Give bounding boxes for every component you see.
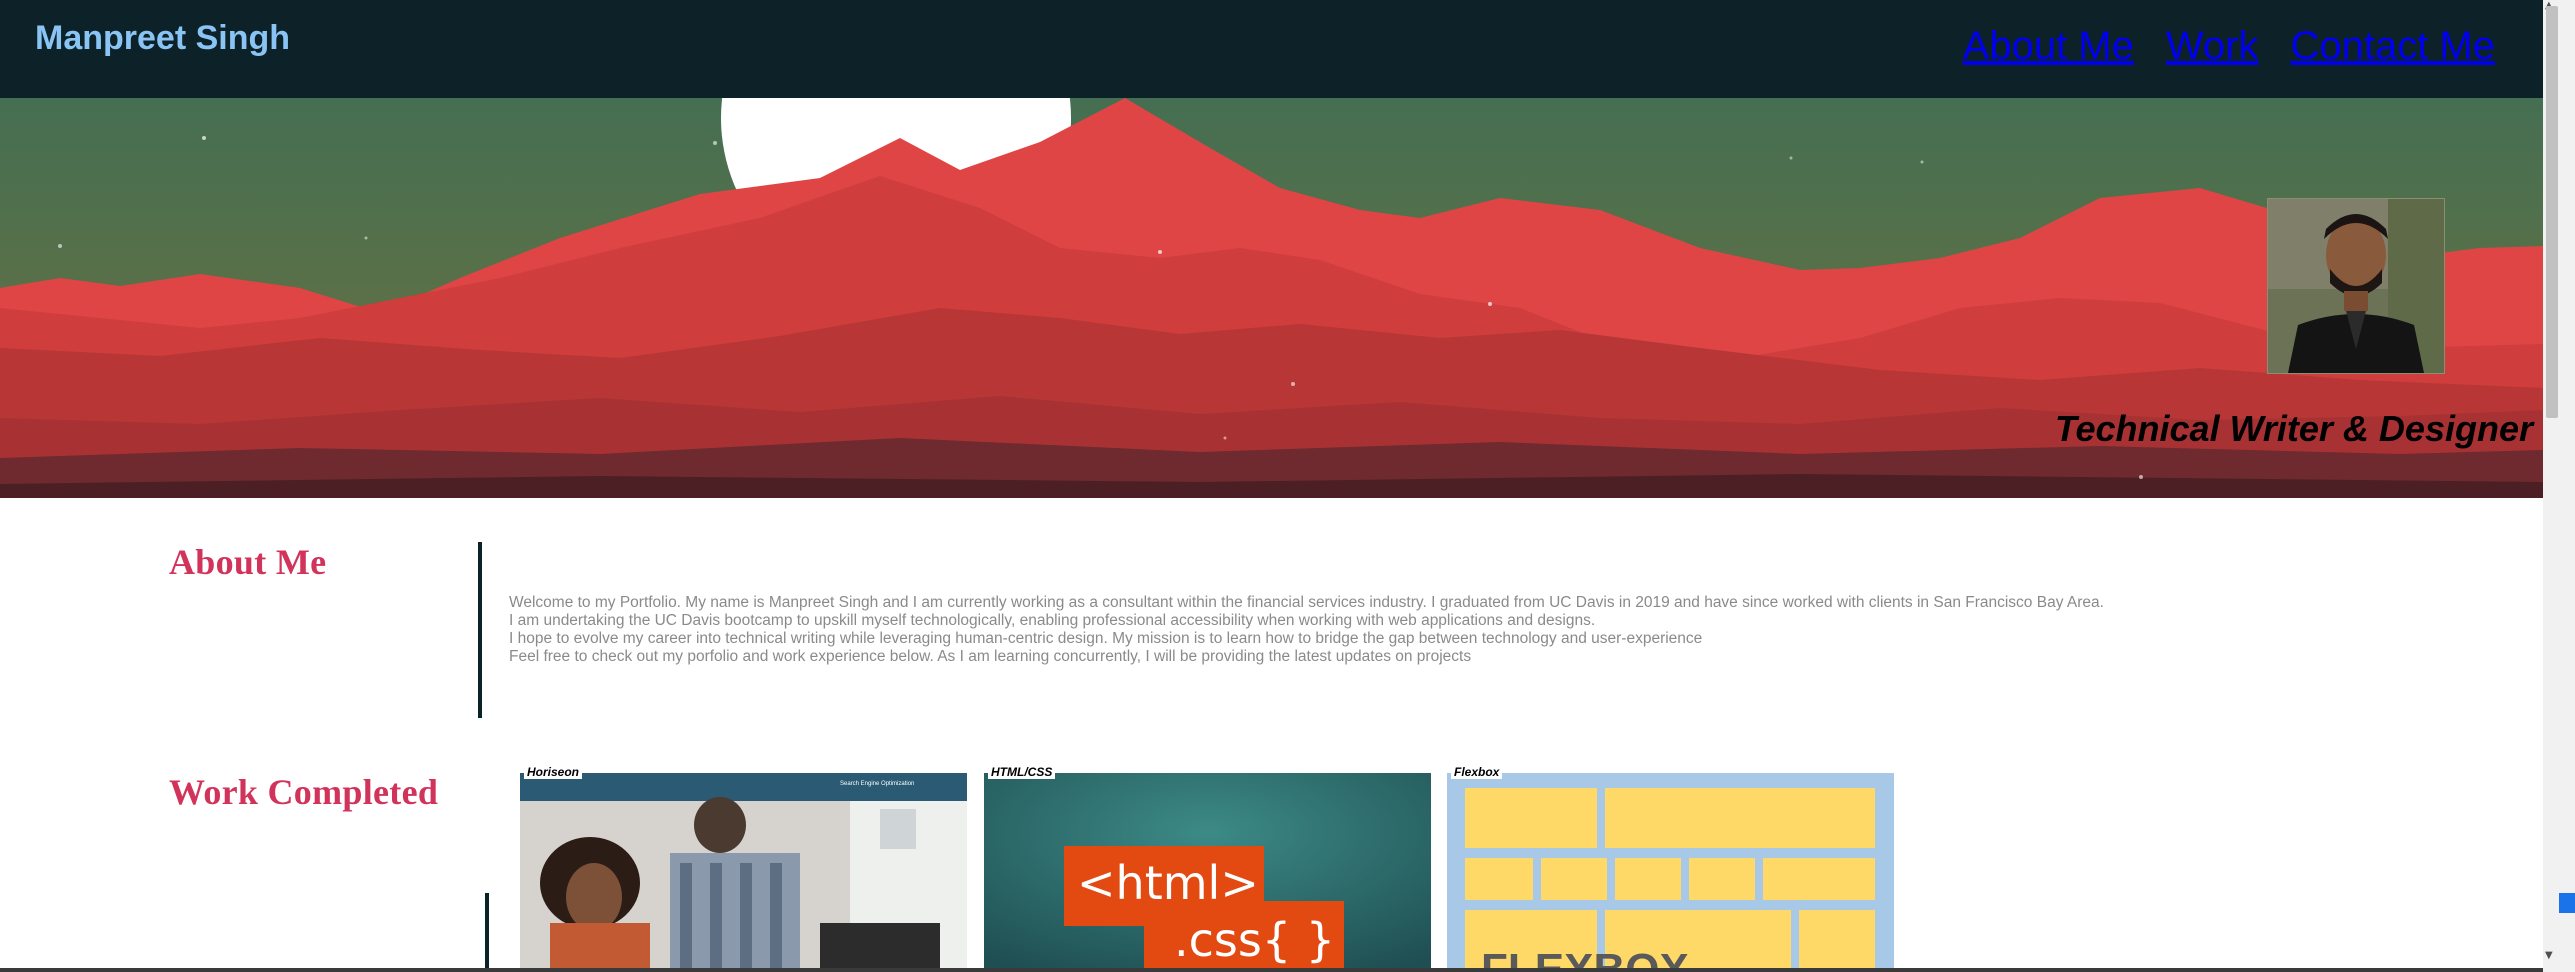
card-label-wrap: Horiseon bbox=[524, 763, 583, 781]
hero-banner: Technical Writer & Designer bbox=[0, 98, 2543, 498]
about-divider bbox=[478, 542, 482, 718]
about-me-text: Welcome to my Portfolio. My name is Manp… bbox=[509, 594, 2469, 666]
project-card-flexbox[interactable]: FLEXBOX bbox=[1447, 773, 1894, 972]
project-label-flexbox[interactable]: Flexbox bbox=[1451, 765, 1503, 779]
bottom-edge bbox=[0, 968, 2543, 972]
card-label-wrap: HTML/CSS bbox=[988, 763, 1056, 781]
work-divider bbox=[485, 893, 489, 972]
project-label-html-css[interactable]: HTML/CSS bbox=[988, 765, 1056, 779]
project-label-horiseon[interactable]: Horiseon bbox=[524, 765, 583, 779]
about-paragraph: Welcome to my Portfolio. My name is Manp… bbox=[509, 594, 2104, 611]
site-brand[interactable]: Manpreet Singh bbox=[35, 19, 290, 58]
scroll-down-arrow-icon[interactable]: ▼ bbox=[2545, 950, 2553, 961]
css-thumb-text: .css{ } bbox=[1174, 913, 1335, 967]
nav-work[interactable]: Work bbox=[2166, 24, 2259, 69]
work-completed-heading: Work Completed bbox=[169, 772, 439, 812]
profile-photo bbox=[2267, 198, 2445, 374]
nav-contact-me[interactable]: Contact Me bbox=[2290, 24, 2495, 69]
site-header: Manpreet Singh About Me Work Contact Me bbox=[0, 0, 2543, 98]
nav-about-me[interactable]: About Me bbox=[1963, 24, 2134, 69]
horiseon-thumbnail bbox=[520, 773, 967, 972]
scrollbar-thumb[interactable] bbox=[2546, 6, 2558, 418]
html-thumb-text: <html> bbox=[1077, 856, 1259, 910]
project-card-html-css[interactable]: <html> .css{ } bbox=[984, 773, 1431, 972]
about-paragraph: Feel free to check out my porfolio and w… bbox=[509, 648, 1472, 665]
about-paragraph: I am undertaking the UC Davis bootcamp t… bbox=[509, 612, 1596, 629]
main-nav: About Me Work Contact Me bbox=[1963, 24, 2495, 69]
about-me-heading: About Me bbox=[169, 542, 327, 582]
side-tab[interactable] bbox=[2559, 893, 2575, 913]
hero-tagline: Technical Writer & Designer bbox=[2054, 408, 2533, 449]
horiseon-thumb-text: Search Engine Optimization bbox=[840, 781, 915, 787]
about-paragraph: I hope to evolve my career into technica… bbox=[509, 630, 1703, 647]
flexbox-thumbnail bbox=[1447, 773, 1894, 972]
card-label-wrap: Flexbox bbox=[1451, 763, 1503, 781]
project-card-horiseon[interactable]: Search Engine Optimization bbox=[520, 773, 967, 972]
